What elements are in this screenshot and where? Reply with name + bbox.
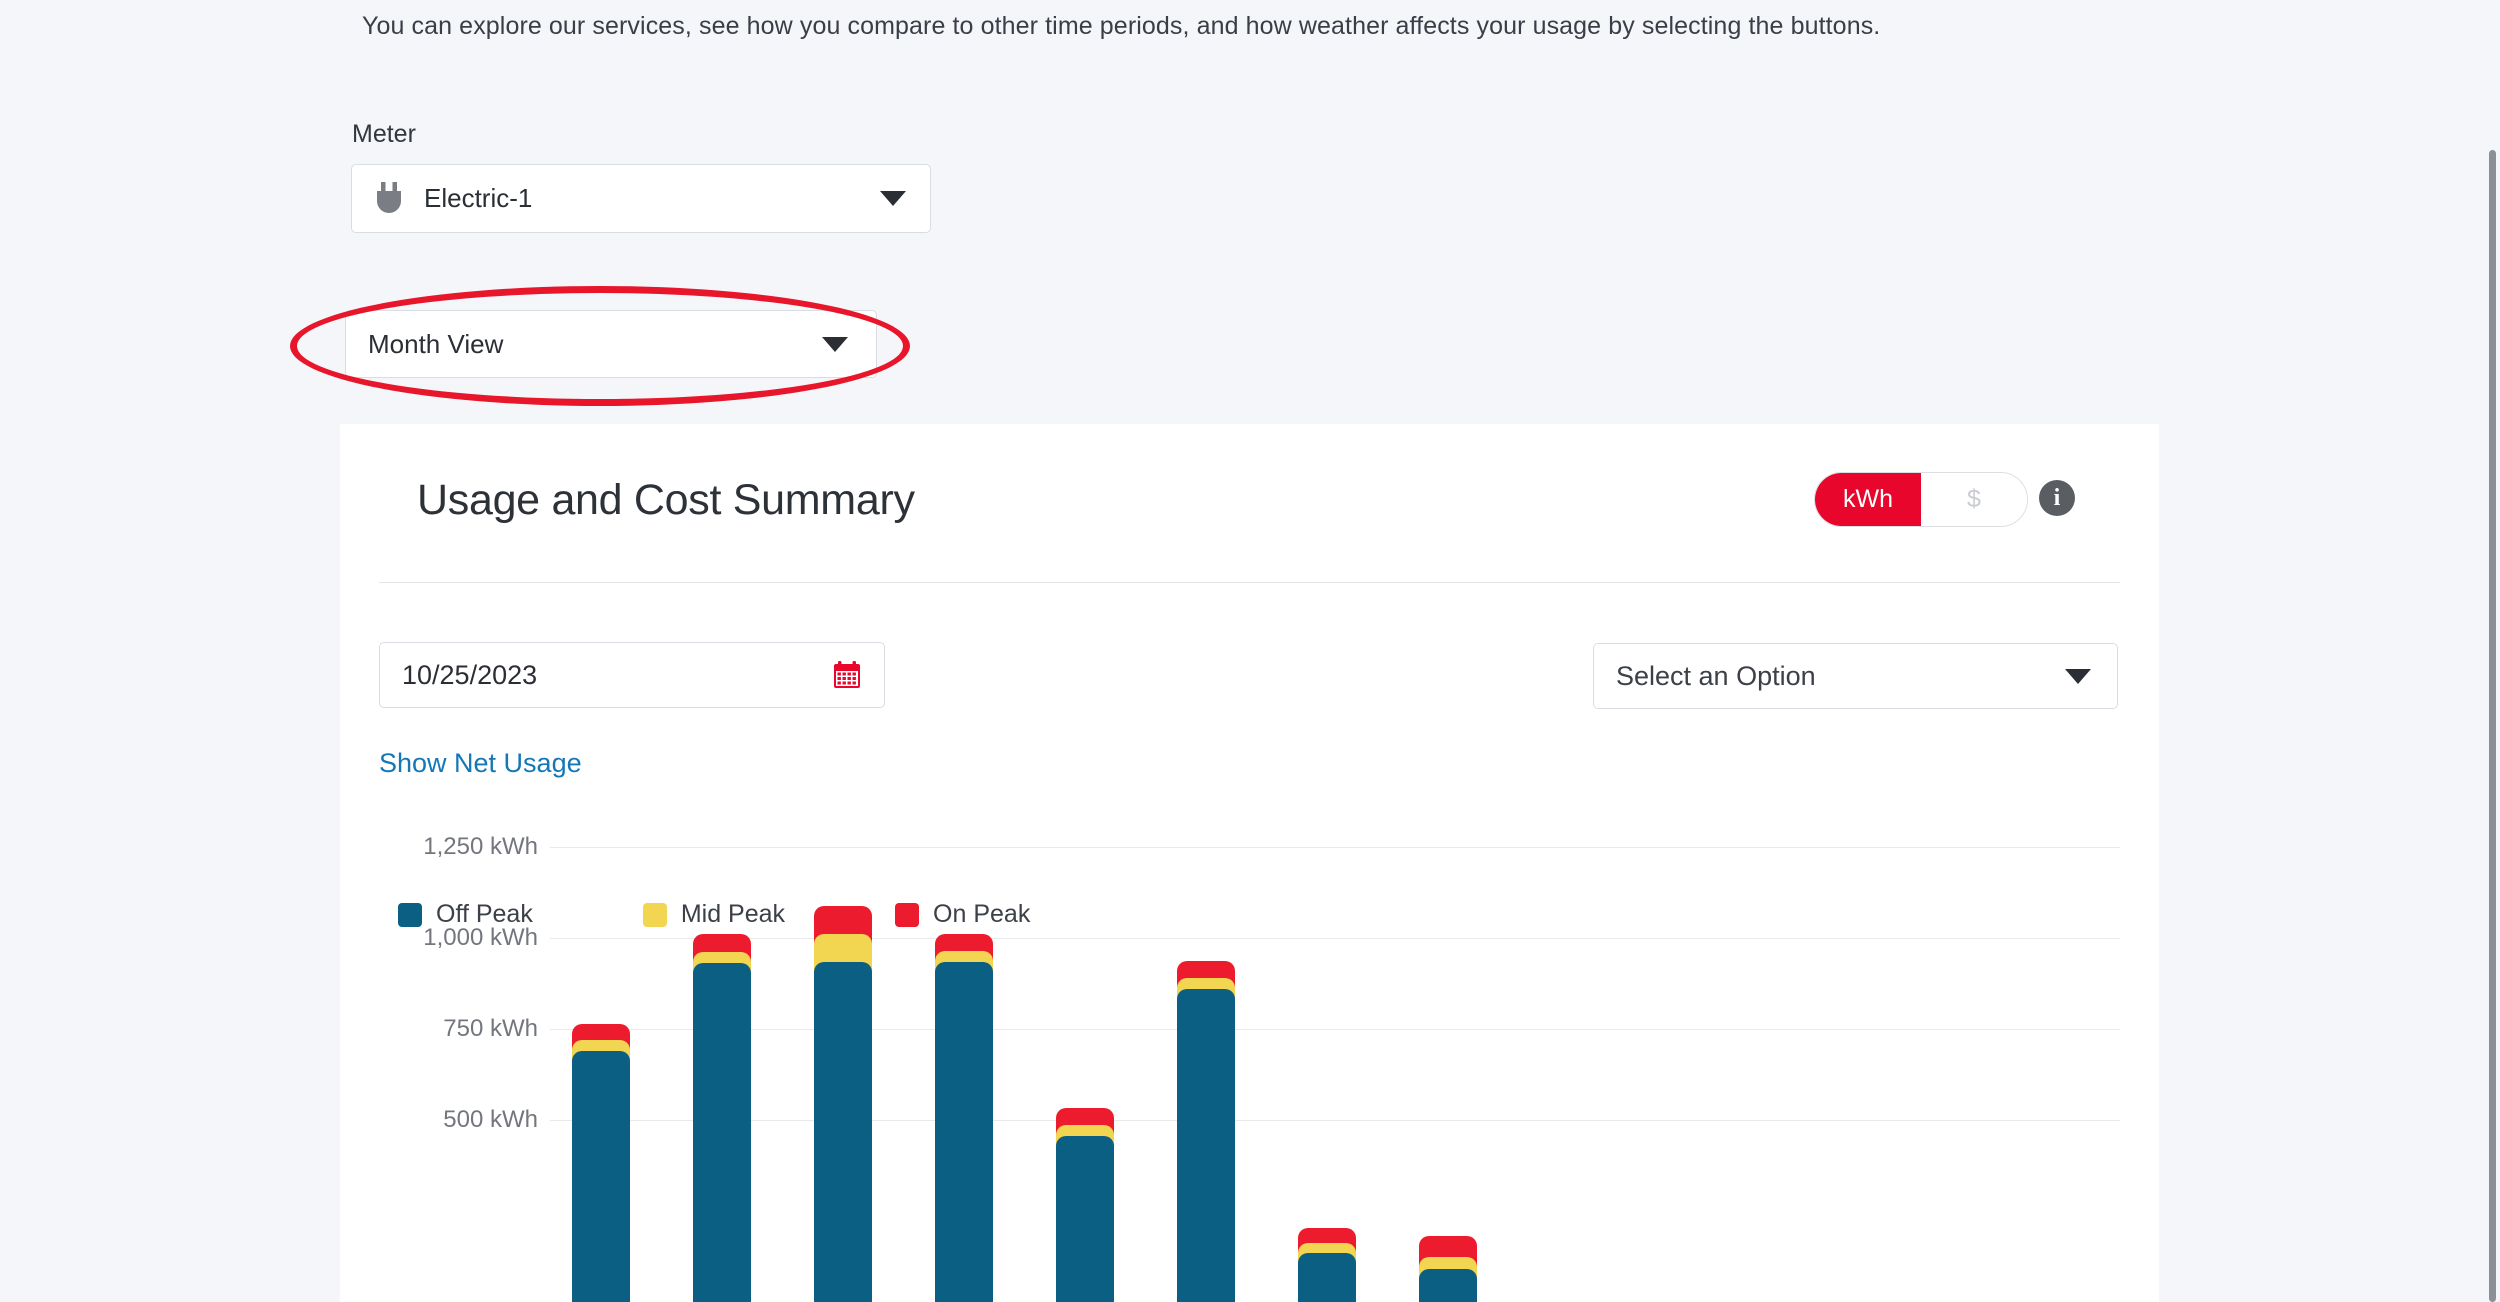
date-input[interactable]: 10/25/2023	[379, 642, 885, 708]
date-input-value: 10/25/2023	[402, 659, 538, 690]
calendar-icon[interactable]	[832, 660, 862, 690]
legend-label: On Peak	[933, 900, 1031, 928]
show-net-usage-link[interactable]: Show Net Usage	[379, 748, 582, 779]
info-icon[interactable]: i	[2039, 480, 2075, 516]
meter-select[interactable]: Electric-1	[351, 164, 931, 233]
legend-item[interactable]: On Peak	[895, 900, 1030, 929]
chart-bar-group[interactable]	[1177, 950, 1235, 1302]
chart-bar-segment[interactable]	[814, 961, 872, 1302]
legend-item[interactable]: Mid Peak	[642, 900, 786, 929]
chart-y-axis-label: 750 kWh	[443, 1015, 538, 1042]
page-root: You can explore our services, see how yo…	[0, 0, 2500, 1302]
legend-swatch-icon	[398, 902, 422, 927]
chart-bar-group[interactable]	[1419, 950, 1477, 1302]
chart-y-axis-label: 1,250 kWh	[423, 833, 538, 860]
chart-gridline	[550, 938, 2120, 939]
option-select[interactable]: Select an Option	[1593, 643, 2118, 709]
legend-swatch-icon	[642, 902, 667, 927]
chart-bars	[550, 905, 2110, 1302]
usage-bar-chart: 1,250 kWh 1,000 kWh 750 kWh 500 kWh	[390, 833, 2120, 1302]
option-select-value: Select an Option	[1616, 660, 1816, 691]
chart-bar-segment[interactable]	[1298, 1252, 1356, 1302]
chevron-down-icon	[822, 336, 848, 352]
chart-bar-segment[interactable]	[1056, 1136, 1114, 1302]
chart-bar-segment[interactable]	[1419, 1269, 1477, 1302]
meter-label: Meter	[352, 120, 416, 148]
chart-bar-segment[interactable]	[572, 1050, 630, 1302]
card-header: Usage and Cost Summary kWh $ i	[379, 424, 2120, 583]
chart-gridline	[550, 847, 2120, 848]
view-select-value: Month View	[368, 328, 504, 359]
chart-bar-group[interactable]	[935, 934, 993, 1302]
unit-toggle-dollar[interactable]: $	[1921, 473, 2027, 526]
unit-toggle[interactable]: kWh $	[1814, 472, 2028, 527]
page-scrollbar[interactable]	[2484, 0, 2500, 1302]
page-title: Usage and Cost Summary	[417, 476, 915, 524]
chart-bar-group[interactable]	[814, 905, 872, 1302]
view-select[interactable]: Month View	[345, 310, 877, 378]
meter-select-value: Electric-1	[424, 183, 533, 213]
chart-y-axis-label: 1,000 kWh	[423, 924, 538, 951]
legend-swatch-icon	[895, 902, 920, 927]
plug-icon	[374, 181, 404, 216]
chart-bar-group[interactable]	[1056, 950, 1114, 1302]
legend-label: Mid Peak	[680, 900, 786, 928]
chart-bar-group[interactable]	[572, 950, 630, 1302]
chart-bar-group[interactable]	[1298, 950, 1356, 1302]
chart-bar-group[interactable]	[693, 934, 751, 1302]
unit-toggle-kwh[interactable]: kWh	[1815, 473, 1921, 526]
chart-bar-segment[interactable]	[935, 961, 993, 1302]
chevron-down-icon	[2065, 668, 2091, 684]
chart-bar-segment[interactable]	[693, 963, 751, 1302]
chart-bar-segment[interactable]	[1177, 988, 1235, 1302]
chevron-down-icon	[880, 191, 906, 206]
intro-paragraph: You can explore our services, see how yo…	[362, 12, 1881, 40]
page-scrollbar-thumb[interactable]	[2489, 150, 2496, 1302]
chart-y-axis-label: 500 kWh	[443, 1106, 538, 1133]
